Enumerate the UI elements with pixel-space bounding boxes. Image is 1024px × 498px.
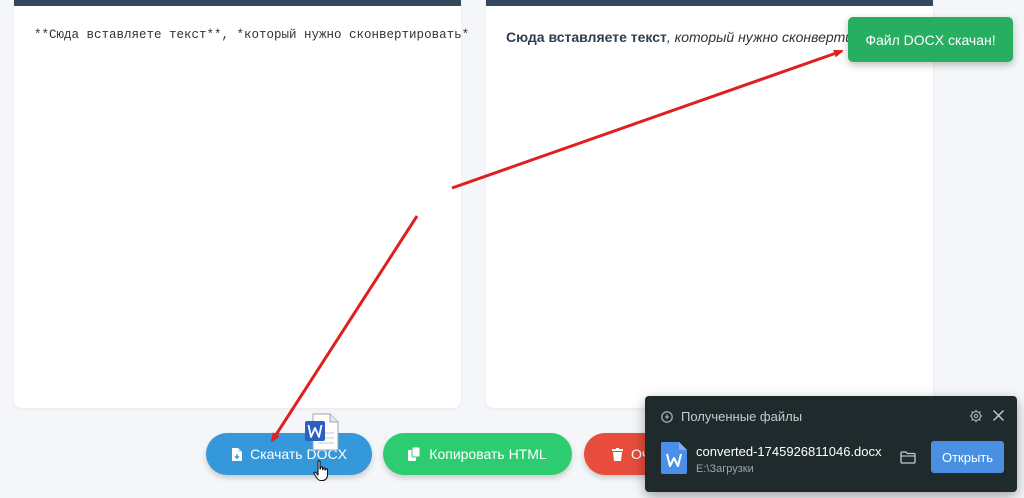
file-download-icon (231, 447, 243, 461)
markdown-editor-panel[interactable]: **Сюда вставляете текст**, *который нужн… (14, 0, 469, 408)
downloads-popup: Полученные файлы converted-1745926811046… (645, 396, 1017, 492)
copy-html-label: Копировать HTML (429, 446, 547, 462)
gear-icon[interactable] (969, 409, 983, 428)
downloaded-file-name[interactable]: converted-1745926811046.docx (696, 444, 882, 459)
copy-icon (408, 447, 421, 461)
close-icon[interactable] (992, 409, 1005, 427)
folder-icon[interactable] (900, 451, 916, 469)
copy-html-button[interactable]: Копировать HTML (383, 433, 572, 475)
docx-file-icon (661, 442, 687, 479)
downloads-title: Полученные файлы (681, 409, 803, 424)
download-history-icon (661, 410, 673, 428)
downloaded-file-path: E:\Загрузки (696, 463, 754, 475)
download-docx-button[interactable]: Скачать DOCX (206, 433, 372, 475)
open-file-button[interactable]: Открыть (931, 441, 1004, 473)
preview-bold-text: Сюда вставляете текст (506, 29, 667, 45)
preview-text: Сюда вставляете текст, который нужно ско… (506, 29, 902, 45)
word-document-icon (305, 413, 339, 456)
markdown-input-text[interactable]: **Сюда вставляете текст**, *который нужн… (34, 28, 469, 42)
open-file-label: Открыть (941, 449, 994, 465)
success-toast: Файл DOCX скачан! (848, 17, 1013, 62)
toast-message: Файл DOCX скачан! (865, 31, 996, 48)
hand-pointer-icon (313, 460, 329, 487)
trash-icon (612, 447, 623, 461)
